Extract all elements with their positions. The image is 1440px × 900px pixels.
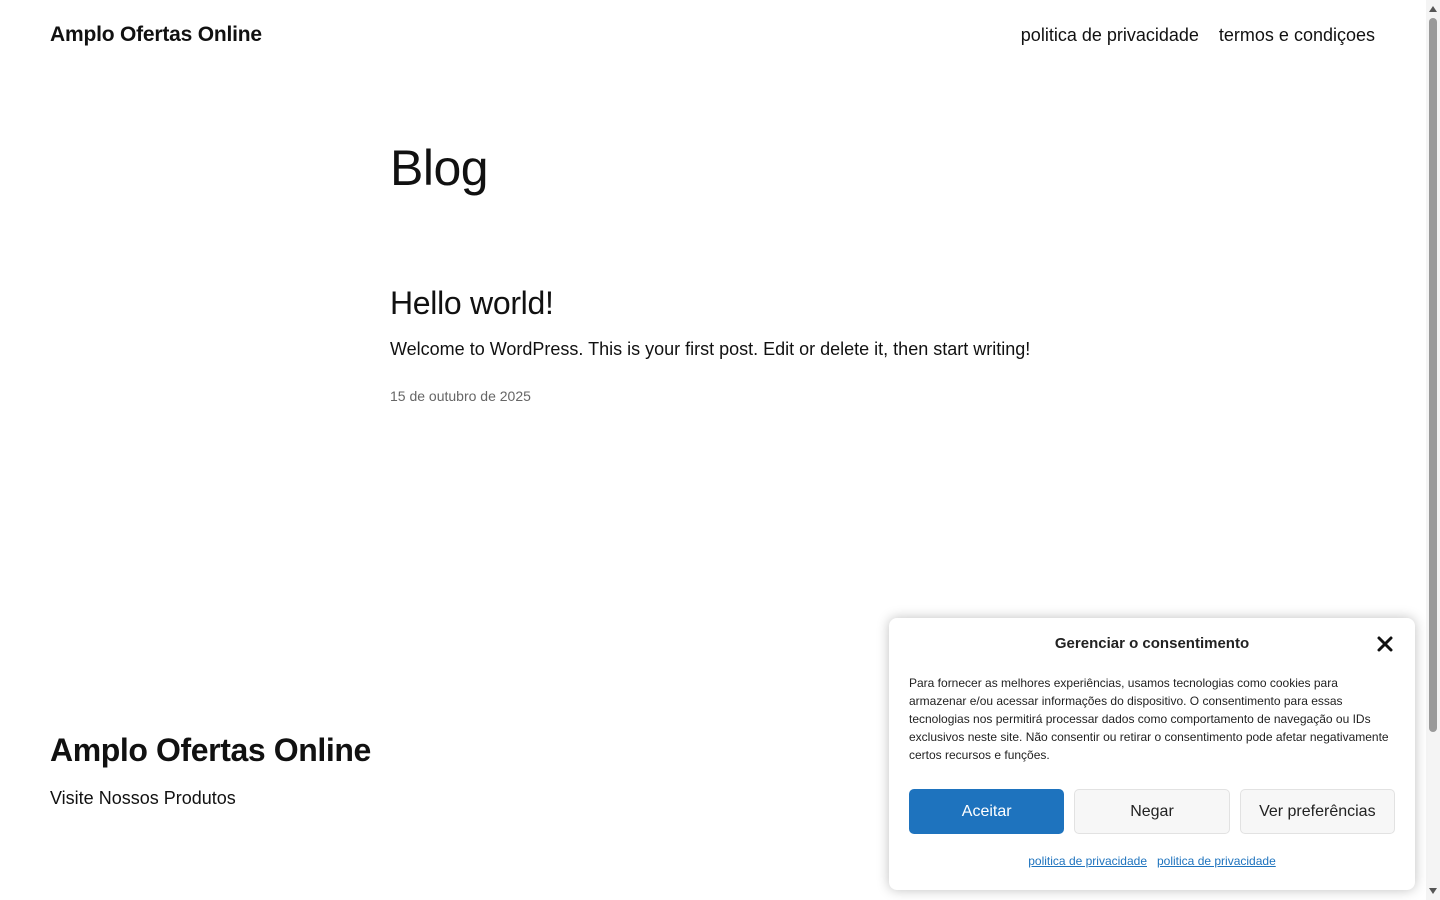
footer-site-title[interactable]: Amplo Ofertas Online	[50, 728, 371, 772]
consent-links: politica de privacidade politica de priv…	[909, 854, 1395, 868]
post-title-link[interactable]: Hello world!	[390, 282, 1090, 324]
main-content: Blog Hello world! Welcome to WordPress. …	[390, 130, 1090, 404]
post-item: Hello world! Welcome to WordPress. This …	[390, 282, 1090, 404]
page-title: Blog	[390, 140, 489, 196]
deny-button[interactable]: Negar	[1074, 789, 1230, 834]
site-header: Amplo Ofertas Online politica de privaci…	[50, 14, 1375, 56]
scrollbar-thumb[interactable]	[1429, 18, 1437, 732]
nav-item-privacy-policy[interactable]: politica de privacidade	[1021, 25, 1199, 46]
chevron-up-icon[interactable]	[1429, 6, 1437, 12]
close-icon[interactable]	[1375, 634, 1395, 654]
post-date: 15 de outubro de 2025	[390, 388, 531, 404]
site-footer: Amplo Ofertas Online Visite Nossos Produ…	[50, 728, 371, 809]
consent-privacy-link[interactable]: politica de privacidade	[1028, 854, 1147, 868]
chevron-down-icon[interactable]	[1429, 888, 1437, 894]
cookie-consent-banner: Gerenciar o consentimento Para fornecer …	[889, 618, 1415, 890]
post-excerpt: Welcome to WordPress. This is your first…	[390, 339, 1031, 359]
site-title-link[interactable]: Amplo Ofertas Online	[50, 23, 262, 47]
consent-privacy-link-2[interactable]: politica de privacidade	[1157, 854, 1276, 868]
accept-button[interactable]: Aceitar	[909, 789, 1065, 834]
footer-tagline: Visite Nossos Produtos	[50, 788, 236, 808]
view-preferences-button[interactable]: Ver preferências	[1239, 789, 1395, 834]
nav-item-terms[interactable]: termos e condiçoes	[1219, 25, 1375, 46]
primary-nav: politica de privacidade termos e condiço…	[1021, 25, 1375, 46]
consent-message: Para fornecer as melhores experiências, …	[909, 676, 1389, 762]
page-scrollbar[interactable]	[1426, 0, 1440, 900]
consent-button-row: Aceitar Negar Ver preferências	[909, 789, 1395, 834]
consent-title: Gerenciar o consentimento	[1054, 635, 1250, 652]
